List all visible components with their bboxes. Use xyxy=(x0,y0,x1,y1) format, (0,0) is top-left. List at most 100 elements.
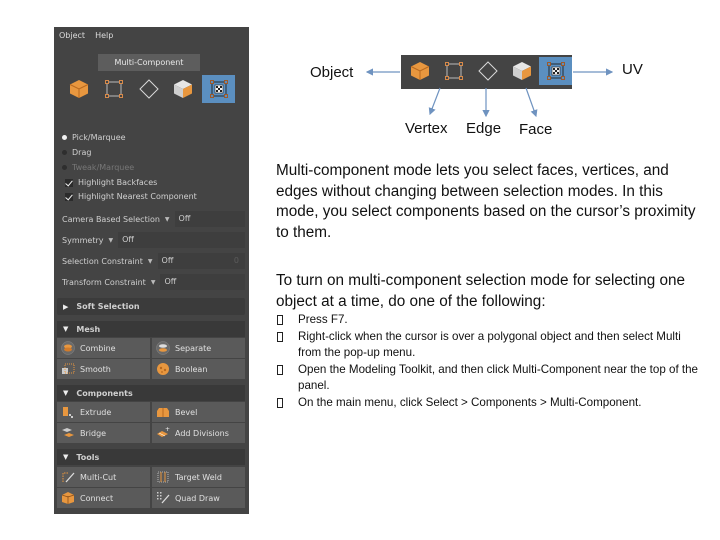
separate-icon xyxy=(156,341,170,355)
label-object: Object xyxy=(310,64,354,81)
bevel-icon xyxy=(157,408,169,417)
edge-icon xyxy=(477,61,498,81)
target-weld-button[interactable]: Target Weld xyxy=(152,467,245,487)
button-label: Smooth xyxy=(80,364,111,374)
object-mode-button[interactable] xyxy=(62,75,95,103)
camera-based-selection-value[interactable]: Off xyxy=(174,211,245,227)
list-item-text: Open the Modeling Toolkit, and then clic… xyxy=(298,362,699,392)
dropdown-label: Transform Constraint xyxy=(62,277,146,287)
separate-button[interactable]: Separate xyxy=(152,338,245,358)
object-cube-icon xyxy=(410,62,429,80)
list-item: On the main menu, click Select > Compone… xyxy=(276,395,701,411)
list-item: Right-click when the cursor is over a po… xyxy=(276,329,701,361)
connect-button[interactable]: Connect xyxy=(57,488,150,508)
section-title: Mesh xyxy=(76,324,101,334)
vertex-mode-button[interactable] xyxy=(437,57,470,85)
dropdown-arrow-icon[interactable]: ▼ xyxy=(148,258,153,265)
bullet-box-icon xyxy=(277,364,283,375)
mesh-buttons: Combine Separate Smooth Boolean xyxy=(57,338,245,379)
dropdown-arrow-icon[interactable]: ▼ xyxy=(108,237,113,244)
button-label: Combine xyxy=(80,343,116,353)
connect-icon xyxy=(61,492,75,504)
bevel-button[interactable]: Bevel xyxy=(152,402,245,422)
camera-based-selection-row: Camera Based Selection ▼ Off xyxy=(57,210,245,228)
selection-constraint-value[interactable]: Off 0 xyxy=(157,253,245,269)
components-buttons: Extrude Bevel Bridge + Add Divisions xyxy=(57,402,245,443)
object-cube-icon xyxy=(69,80,88,98)
panel-menubar: Object Help xyxy=(54,27,249,47)
menu-object[interactable]: Object xyxy=(59,31,85,43)
multi-cut-button[interactable]: Multi-Cut xyxy=(57,467,150,487)
face-cube-icon xyxy=(173,80,192,98)
arrow-to-face xyxy=(525,87,538,118)
radio-indicator xyxy=(62,165,67,170)
section-title: Soft Selection xyxy=(76,302,140,311)
radio-label: Pick/Marquee xyxy=(72,133,126,142)
extrude-icon xyxy=(63,407,73,418)
edge-mode-button[interactable] xyxy=(132,75,165,103)
vertex-mode-button[interactable] xyxy=(97,75,130,103)
dropdown-arrow-icon[interactable]: ▼ xyxy=(165,216,170,223)
radio-indicator xyxy=(62,150,67,155)
boolean-icon xyxy=(157,363,169,375)
target-weld-icon xyxy=(157,471,169,483)
multi-component-mode-button[interactable] xyxy=(539,57,572,85)
quad-draw-button[interactable]: Quad Draw xyxy=(152,488,245,508)
checkbox-label: Highlight Nearest Component xyxy=(78,192,197,201)
button-label: Target Weld xyxy=(175,472,222,482)
radio-drag[interactable]: Drag xyxy=(62,148,91,157)
bullet-box-icon xyxy=(277,315,283,325)
checkbox-highlight-nearest[interactable]: Highlight Nearest Component xyxy=(65,192,197,201)
combine-button[interactable]: Combine xyxy=(57,338,150,358)
modeling-toolkit-panel: Object Help Multi-Component Pick/Marquee… xyxy=(54,27,249,514)
vertex-icon xyxy=(104,80,123,98)
bridge-icon xyxy=(62,428,74,437)
list-item-text: On the main menu, click Select > Compone… xyxy=(298,395,642,409)
mesh-section-header[interactable]: ▼ Mesh xyxy=(57,321,245,337)
collapse-triangle-icon: ▼ xyxy=(63,453,69,461)
radio-pick-marquee[interactable]: Pick/Marquee xyxy=(62,133,126,142)
list-item: Open the Modeling Toolkit, and then clic… xyxy=(276,362,701,394)
components-section-header[interactable]: ▼ Components xyxy=(57,385,245,401)
dropdown-value: Off xyxy=(161,256,174,265)
dropdown-label: Selection Constraint xyxy=(62,256,143,266)
edge-mode-button[interactable] xyxy=(471,57,504,85)
checkbox-highlight-backfaces[interactable]: Highlight Backfaces xyxy=(65,178,157,187)
multi-component-mode-button[interactable] xyxy=(202,75,235,103)
symmetry-value[interactable]: Off xyxy=(118,232,245,248)
label-edge: Edge xyxy=(466,120,502,137)
add-divisions-button[interactable]: + Add Divisions xyxy=(152,423,245,443)
expand-triangle-icon: ▶ xyxy=(63,302,69,311)
edge-icon xyxy=(138,79,159,99)
button-label: Extrude xyxy=(80,407,112,417)
transform-constraint-value[interactable]: Off xyxy=(160,274,245,290)
button-label: Boolean xyxy=(175,364,208,374)
dropdown-label: Symmetry xyxy=(62,235,104,245)
object-mode-button[interactable] xyxy=(403,57,436,85)
radio-label: Drag xyxy=(72,148,92,157)
bridge-button[interactable]: Bridge xyxy=(57,423,150,443)
arrow-to-vertex xyxy=(428,87,441,116)
button-label: Bevel xyxy=(175,407,198,417)
description-paragraph: Multi-component mode lets you select fac… xyxy=(276,162,696,241)
quad-draw-icon xyxy=(157,492,170,504)
tools-section-header[interactable]: ▼ Tools xyxy=(57,449,245,465)
face-mode-button[interactable] xyxy=(166,75,199,103)
dropdown-arrow-icon[interactable]: ▼ xyxy=(151,279,156,286)
boolean-button[interactable]: Boolean xyxy=(152,359,245,379)
list-item-text: Right-click when the cursor is over a po… xyxy=(298,329,681,359)
checkbox-checked xyxy=(65,192,73,201)
selection-constraint-row: Selection Constraint ▼ Off 0 xyxy=(57,252,245,270)
vertex-icon xyxy=(444,62,463,80)
constraint-number[interactable]: 0 xyxy=(234,253,239,269)
extrude-button[interactable]: Extrude xyxy=(57,402,150,422)
soft-selection-header[interactable]: ▶ Soft Selection xyxy=(57,298,245,315)
transform-constraint-row: Transform Constraint ▼ Off xyxy=(57,273,245,291)
face-mode-button[interactable] xyxy=(505,57,538,85)
bullet-box-icon xyxy=(277,331,283,342)
add-divisions-icon: + xyxy=(157,426,170,437)
multi-cut-icon xyxy=(62,472,75,483)
smooth-button[interactable]: Smooth xyxy=(57,359,150,379)
menu-help[interactable]: Help xyxy=(95,31,113,43)
bullet-box-icon xyxy=(277,397,283,408)
